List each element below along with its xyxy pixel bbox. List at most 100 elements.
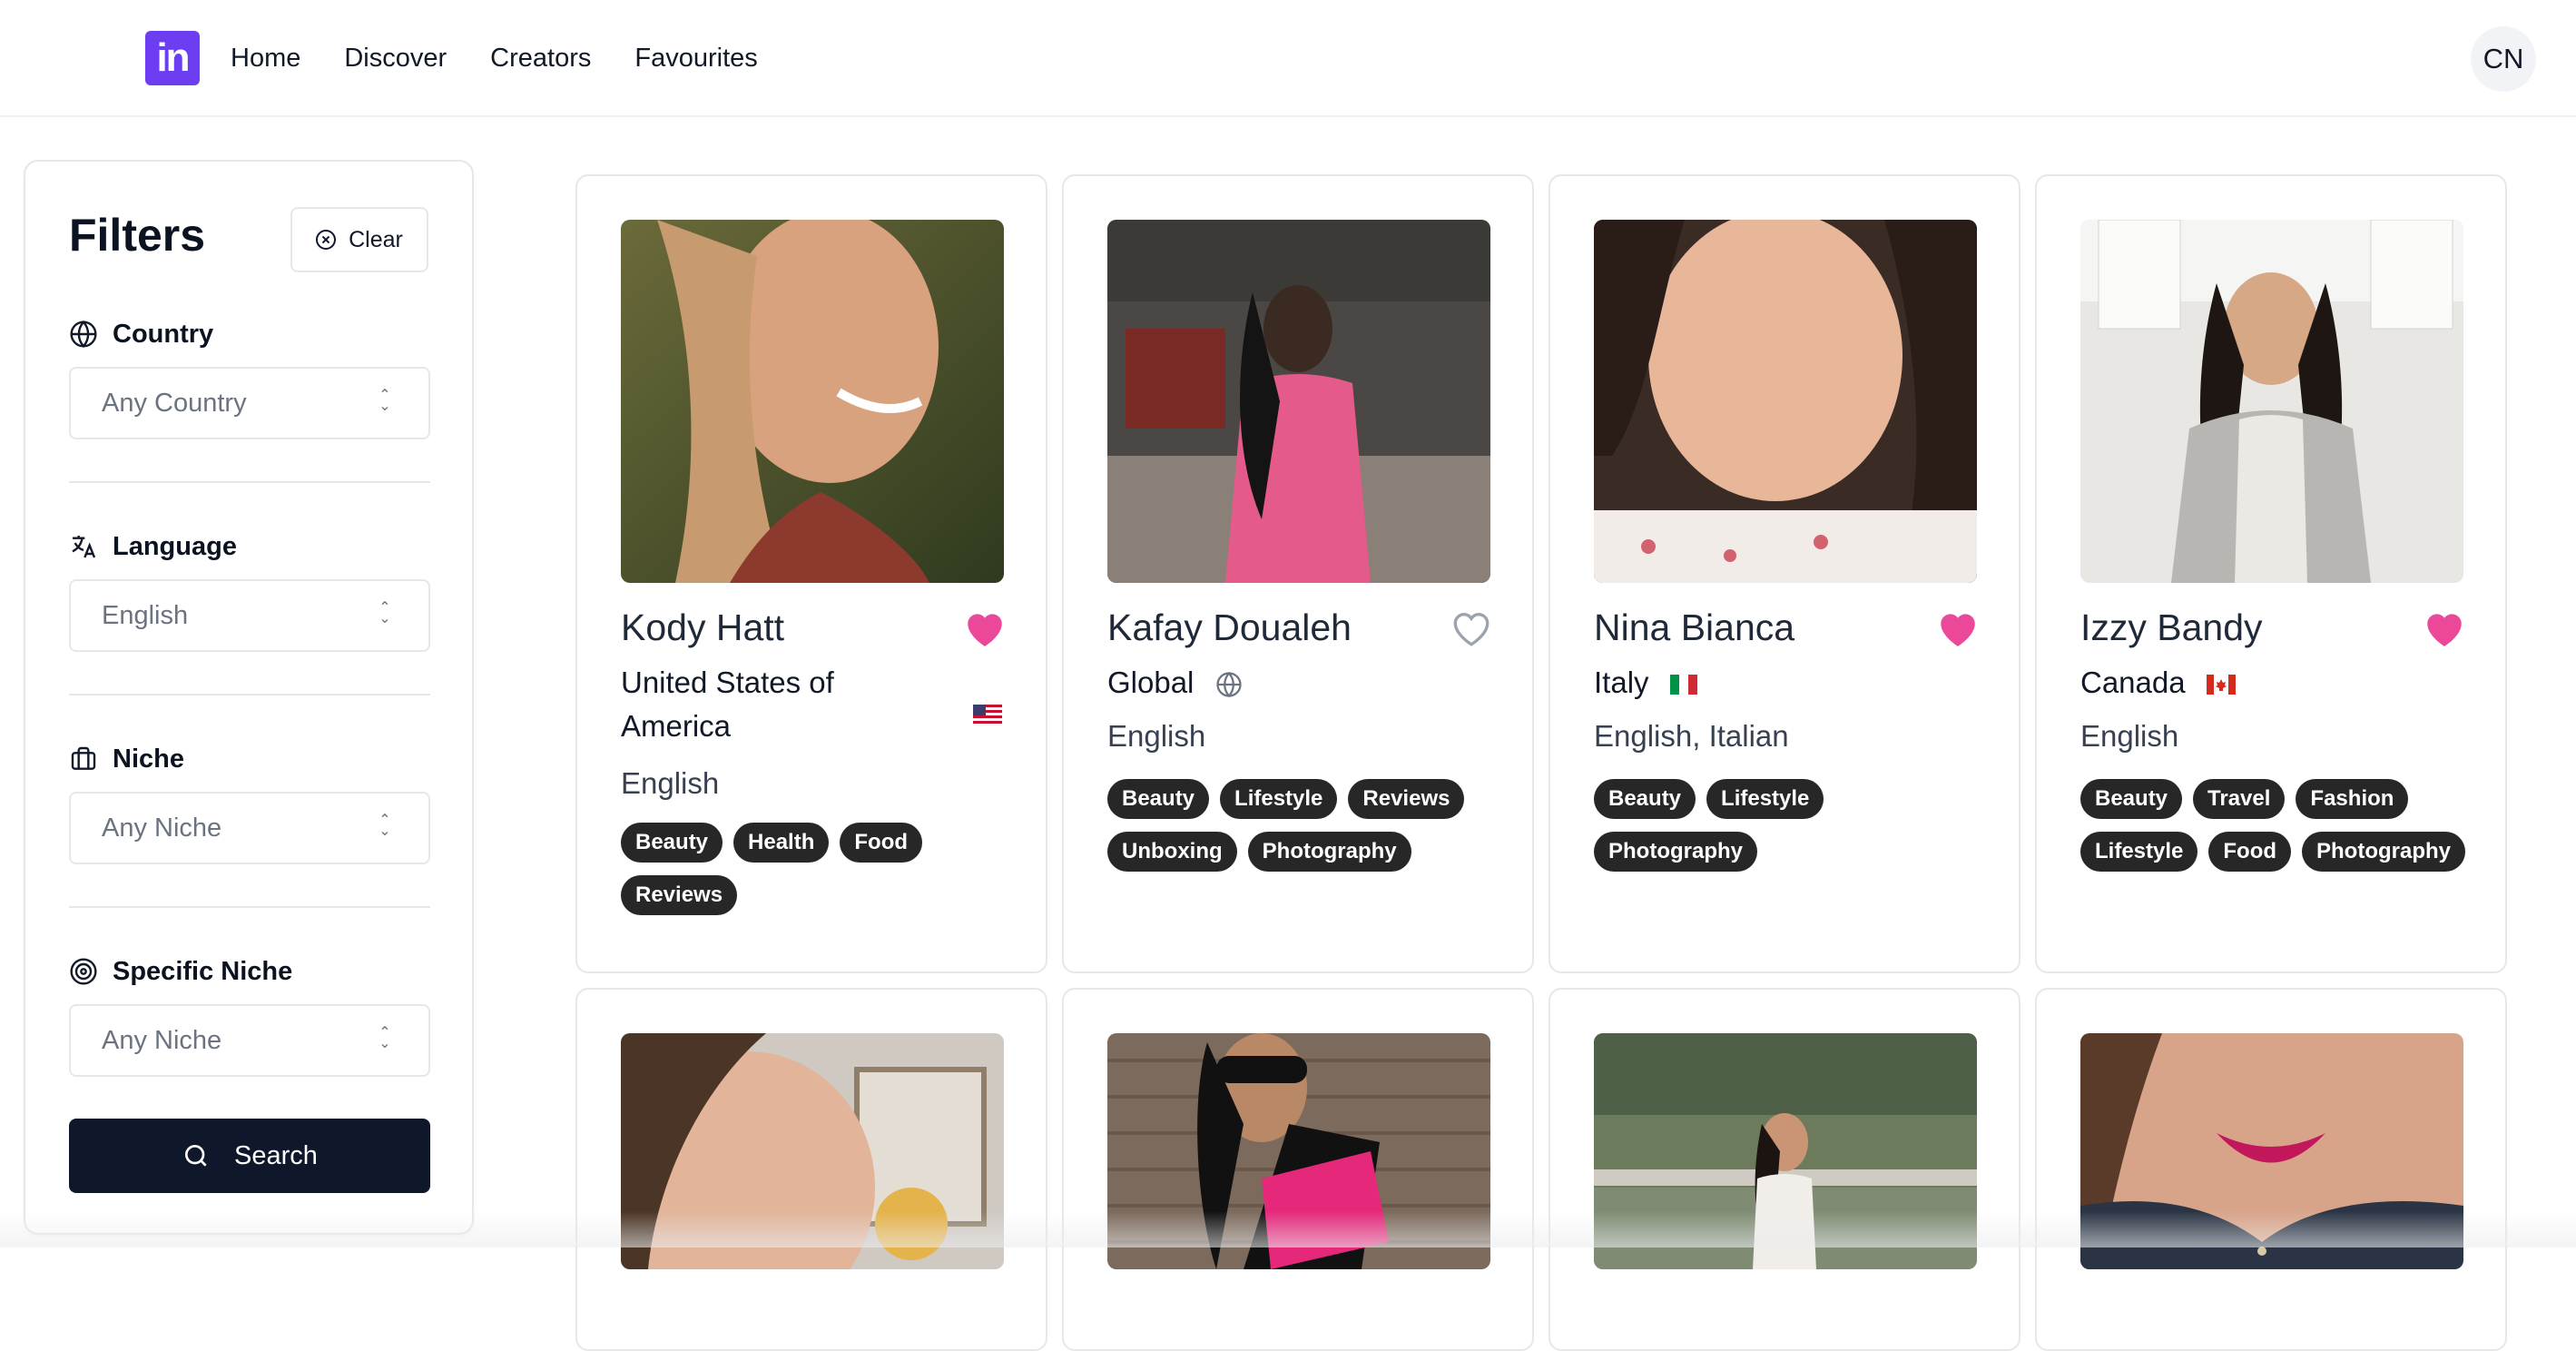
creator-card[interactable]: Nina Bianca Italy English, Italian Beaut… (1549, 174, 2020, 973)
bottom-fade (0, 1211, 2576, 1247)
language-filter: Language English ⌃ ⌄ (69, 528, 430, 652)
tag[interactable]: Reviews (621, 875, 738, 915)
creator-tags: Beauty Lifestyle Photography (1594, 779, 1993, 872)
language-label-row: Language (69, 528, 430, 565)
creator-photo[interactable] (1594, 220, 1977, 583)
creator-languages: English, Italian (1594, 719, 1789, 753)
country-select[interactable]: Any Country ⌃ ⌄ (69, 367, 430, 439)
tag[interactable]: Health (733, 823, 830, 863)
heart-filled-icon[interactable] (1935, 606, 1981, 648)
creator-photo[interactable] (2080, 220, 2463, 583)
creator-name[interactable]: Nina Bianca (1594, 606, 1794, 649)
tag[interactable]: Lifestyle (1706, 779, 1824, 819)
tag[interactable]: Photography (2302, 832, 2466, 872)
chevron-up-down-icon: ⌃ ⌄ (379, 1025, 391, 1051)
creator-country: Italy (1594, 666, 1649, 699)
tag[interactable]: Reviews (1348, 779, 1465, 819)
creator-name[interactable]: Kafay Doualeh (1107, 606, 1352, 649)
creator-name[interactable]: Izzy Bandy (2080, 606, 2263, 649)
clear-label: Clear (349, 226, 403, 252)
search-icon (185, 1145, 207, 1167)
heart-filled-icon[interactable] (962, 606, 1008, 648)
creator-photo[interactable] (1107, 220, 1490, 583)
canada-flag-icon (2206, 675, 2236, 695)
language-select[interactable]: English ⌃ ⌄ (69, 579, 430, 652)
us-flag-icon (973, 705, 1002, 725)
niche-filter: Niche Any Niche ⌃ ⌄ (69, 741, 430, 864)
tag[interactable]: Food (840, 823, 923, 863)
creator-languages: English (1107, 719, 1206, 753)
creator-country-row: Italy (1594, 661, 1977, 705)
nav-discover[interactable]: Discover (344, 40, 447, 76)
heart-filled-icon[interactable] (2422, 606, 2467, 648)
tag[interactable]: Beauty (2080, 779, 2183, 819)
nav-creators[interactable]: Creators (490, 40, 591, 76)
tag[interactable]: Lifestyle (2080, 832, 2198, 872)
specific-niche-filter: Specific Niche Any Niche ⌃ ⌄ (69, 953, 430, 1077)
top-header: in Home Discover Creators Favourites CN (0, 0, 2576, 117)
creator-country-row: Global (1107, 661, 1490, 705)
nav-home[interactable]: Home (231, 40, 300, 76)
chevron-up-down-icon: ⌃ ⌄ (379, 388, 391, 414)
creator-card[interactable] (1549, 988, 2020, 1351)
specific-niche-label: Specific Niche (113, 956, 293, 986)
creator-country-row: Canada (2080, 661, 2463, 705)
filters-title: Filters (69, 210, 206, 261)
target-icon (70, 958, 97, 985)
nav-favourites[interactable]: Favourites (634, 40, 757, 76)
creator-card[interactable] (575, 988, 1047, 1351)
tag[interactable]: Travel (2193, 779, 2286, 819)
italy-flag-icon (1669, 675, 1697, 695)
divider (69, 694, 430, 695)
niche-label-row: Niche (69, 741, 430, 777)
creator-languages: English (621, 766, 720, 800)
specific-niche-select[interactable]: Any Niche ⌃ ⌄ (69, 1004, 430, 1077)
brand-logo[interactable]: in (145, 31, 200, 85)
language-label: Language (113, 531, 237, 561)
creator-country: Global (1107, 666, 1195, 699)
tag[interactable]: Unboxing (1107, 832, 1237, 872)
creator-card[interactable]: Kafay Doualeh Global English Beauty Life… (1062, 174, 1534, 973)
creator-tags: Beauty Health Food Reviews (621, 823, 1020, 915)
tag[interactable]: Photography (1594, 832, 1757, 872)
tag[interactable]: Fashion (2296, 779, 2409, 819)
creator-country: United States of America (621, 666, 834, 743)
country-select-value: Any Country (102, 389, 247, 418)
creator-card[interactable]: Izzy Bandy Canada English Beauty Travel … (2035, 174, 2507, 973)
x-circle-icon (316, 230, 337, 250)
country-filter: Country Any Country ⌃ ⌄ (69, 316, 430, 439)
clear-filters-button[interactable]: Clear (290, 207, 428, 272)
tag[interactable]: Lifestyle (1220, 779, 1338, 819)
divider (69, 481, 430, 483)
tag[interactable]: Beauty (621, 823, 723, 863)
creator-languages: English (2080, 719, 2179, 753)
filters-sidebar: Filters Clear Country Any Country ⌃ ⌄ Lan… (24, 160, 474, 1235)
country-label: Country (113, 319, 214, 349)
creator-card[interactable]: Kody Hatt United States of America Engli… (575, 174, 1047, 973)
briefcase-icon (71, 746, 96, 770)
globe-icon (70, 320, 97, 349)
tag[interactable]: Beauty (1107, 779, 1210, 819)
creator-card[interactable] (2035, 988, 2507, 1351)
translate-icon (72, 536, 96, 558)
specific-niche-label-row: Specific Niche (69, 953, 430, 990)
creator-tags: Beauty Lifestyle Reviews Unboxing Photog… (1107, 779, 1507, 872)
niche-select-value: Any Niche (102, 814, 222, 843)
niche-select[interactable]: Any Niche ⌃ ⌄ (69, 792, 430, 864)
niche-label: Niche (113, 744, 184, 774)
creator-photo[interactable] (621, 220, 1004, 583)
search-label: Search (234, 1140, 318, 1170)
tag[interactable]: Photography (1247, 832, 1411, 872)
creator-name[interactable]: Kody Hatt (621, 606, 784, 649)
main-nav: Home Discover Creators Favourites (231, 40, 801, 76)
user-avatar[interactable]: CN (2471, 26, 2536, 92)
heart-outline-icon[interactable] (1449, 606, 1494, 648)
tag[interactable]: Beauty (1594, 779, 1696, 819)
chevron-up-down-icon: ⌃ ⌄ (379, 813, 391, 839)
divider (69, 906, 430, 908)
country-label-row: Country (69, 316, 430, 352)
tag[interactable]: Food (2208, 832, 2292, 872)
creator-card[interactable] (1062, 988, 1534, 1351)
creator-country: Canada (2080, 666, 2186, 699)
search-button[interactable]: Search (69, 1119, 430, 1193)
